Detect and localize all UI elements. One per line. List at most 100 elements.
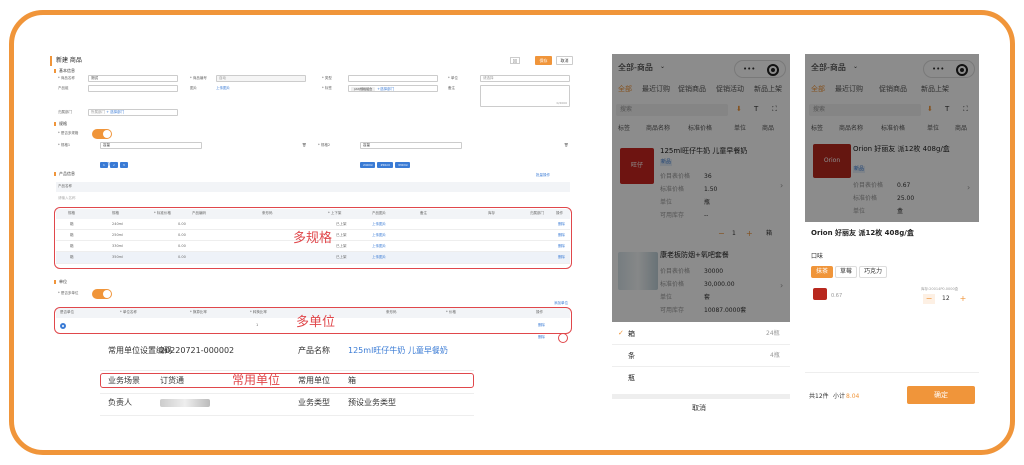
- label-type: * 类型: [322, 76, 332, 80]
- modal-overlay[interactable]: [612, 54, 790, 324]
- multispec-label: 多规格: [293, 231, 333, 246]
- cancel-button[interactable]: 取消: [692, 405, 706, 412]
- tag-input[interactable]: (22)规格组合 +选择部门: [348, 85, 438, 92]
- spec1-values: 123: [100, 151, 130, 170]
- code-input[interactable]: 自动: [216, 75, 306, 82]
- product-group-select[interactable]: [88, 85, 178, 92]
- plus-button[interactable]: +: [957, 294, 969, 304]
- common-unit-label: 常用单位: [232, 373, 281, 387]
- spec1-select[interactable]: 容量: [100, 142, 202, 149]
- spec1-chip[interactable]: 3: [119, 162, 128, 168]
- label-spec2: * 规格2: [318, 143, 331, 147]
- option-chip[interactable]: 草莓: [835, 266, 858, 278]
- confirm-button[interactable]: 确定: [907, 386, 975, 404]
- add-spec-link[interactable]: + 添加规格: [100, 162, 118, 167]
- batch-button[interactable]: 批量操作: [536, 173, 550, 178]
- sku-sheet-title: Orion 好丽友 派12枚 408g/盒: [811, 229, 914, 237]
- sku-qty[interactable]: 12: [942, 296, 950, 302]
- dept-add-link[interactable]: + 选择部门: [106, 110, 124, 114]
- confirm-label: 确定: [934, 391, 948, 399]
- total-count: 共12件: [809, 393, 829, 400]
- phone-screen-1: 全部-商品 ⌄ ••• 全部 最近订购 促销商品 促销活动 新品上架 搜索 ⬇ …: [612, 54, 790, 416]
- type-select[interactable]: [348, 75, 438, 82]
- memo-textarea[interactable]: 0/2000: [480, 85, 570, 107]
- pc-form: 新建 商品 ▯▯ 保存 取消 基本信息 * 商品名称 测试 * 商品编号 自动 …: [50, 52, 578, 342]
- label-image: 图片: [190, 86, 197, 90]
- section-spec: 规格: [54, 122, 67, 126]
- product-name-value: 请输入名称: [58, 196, 76, 200]
- label-tag: * 标签: [322, 86, 332, 90]
- label-unit: * 单位: [448, 76, 458, 80]
- sku-sheet: Orion 好丽友 派12枚 408g/盒 口味 抹茶 草莓 巧克力 0.67 …: [805, 222, 979, 409]
- tag-add-link[interactable]: +选择部门: [377, 87, 394, 91]
- detail-divider: [100, 370, 474, 371]
- detail-value-biz-type: 预设业务类型: [348, 398, 396, 407]
- sku-stock: 库存:20014P0.0000盒: [921, 287, 959, 291]
- detail-value-unit-code: 20220721-000002: [160, 346, 235, 355]
- modal-overlay[interactable]: [805, 54, 979, 222]
- sheet-separator: [612, 394, 790, 399]
- cancel-label: 取消: [560, 58, 569, 63]
- label-memo: 备注: [448, 86, 455, 90]
- upload-image-link[interactable]: 上传图片: [216, 86, 230, 91]
- label-code: * 商品编号: [190, 76, 207, 80]
- unit-option[interactable]: 瓶: [628, 375, 635, 382]
- unit-sheet: ✓ 箱 24瓶 条 4瓶 瓶 取消: [612, 322, 790, 416]
- spec2-chip[interactable]: 240ml: [360, 162, 376, 168]
- spec2-select[interactable]: 容量: [360, 142, 462, 149]
- divider: [612, 366, 790, 367]
- unit-option[interactable]: 条: [628, 353, 635, 360]
- add-unit-link[interactable]: 添加单位: [554, 301, 568, 306]
- product-name-header: [56, 182, 570, 192]
- page-title: 新建 商品: [56, 57, 82, 64]
- label-product-group: 产品组: [58, 86, 69, 90]
- unit-option-count: 4瓶: [770, 352, 780, 359]
- spec1-delete-icon[interactable]: 🗑: [302, 143, 306, 148]
- sku-price: 0.67: [831, 293, 843, 299]
- save-button[interactable]: 保存: [535, 56, 552, 65]
- unit-delete-link-2[interactable]: 删除: [538, 335, 545, 340]
- multispec-toggle[interactable]: [92, 129, 112, 139]
- orange-accent: [50, 56, 52, 66]
- name-input[interactable]: 测试: [88, 75, 178, 82]
- minus-button[interactable]: −: [923, 294, 935, 304]
- divider: [612, 344, 790, 345]
- view-toggle-icon[interactable]: ▯▯: [510, 57, 520, 64]
- unit-select[interactable]: 请选择: [480, 75, 570, 82]
- section-basic: 基本信息: [54, 69, 75, 73]
- option-chip-selected[interactable]: 抹茶: [811, 266, 834, 278]
- spec2-chip[interactable]: 250ml: [377, 162, 393, 168]
- label-multispec: * 是否多规格: [58, 131, 79, 135]
- detail-label-owner: 负责人: [108, 398, 132, 407]
- tag-chip: (22)规格组合: [351, 87, 376, 91]
- spec2-chip[interactable]: 330ml: [394, 162, 411, 168]
- unit-option-count: 24瓶: [766, 330, 780, 337]
- section-unit: 单位: [54, 280, 67, 284]
- sku-attr-label: 口味: [811, 253, 824, 260]
- multiunit-label: 多单位: [296, 315, 336, 330]
- help-circle-icon[interactable]: [558, 333, 568, 343]
- product-name-header-label: 产品名称: [58, 184, 72, 188]
- owner-blurred-value: [160, 399, 210, 407]
- subtotal-value: 8.04: [846, 393, 860, 400]
- check-icon: ✓: [618, 329, 624, 337]
- dept-value: 所属部门: [91, 110, 105, 114]
- detail-value-prod-name[interactable]: 125ml旺仔牛奶 儿童早餐奶: [348, 347, 448, 355]
- label-multiunit: * 是否多单位: [58, 291, 79, 295]
- phone-screen-2: 全部-商品 ⌄ ••• 全部 最近订购 促销商品 新品上架 搜索 ⬇ T ⛶ 标…: [805, 54, 979, 409]
- sku-thumbnail: [813, 288, 827, 300]
- cancel-button[interactable]: 取消: [556, 56, 573, 65]
- label-dept: 归属部门: [58, 110, 72, 114]
- detail-divider: [100, 415, 474, 416]
- spec2-delete-icon[interactable]: 🗑: [564, 143, 568, 148]
- memo-count: 0/2000: [556, 101, 567, 105]
- label-spec1: * 规格1: [58, 143, 71, 147]
- option-chip[interactable]: 巧克力: [859, 266, 888, 278]
- subtotal-label: 小计: [833, 393, 846, 400]
- unit-option[interactable]: 箱: [628, 331, 635, 338]
- sheet-divider: [805, 372, 979, 373]
- label-name: * 商品名称: [58, 76, 75, 80]
- dept-input[interactable]: 所属部门 + 选择部门: [88, 109, 178, 116]
- section-product: 产品信息: [54, 172, 75, 176]
- multiunit-toggle[interactable]: [92, 289, 112, 299]
